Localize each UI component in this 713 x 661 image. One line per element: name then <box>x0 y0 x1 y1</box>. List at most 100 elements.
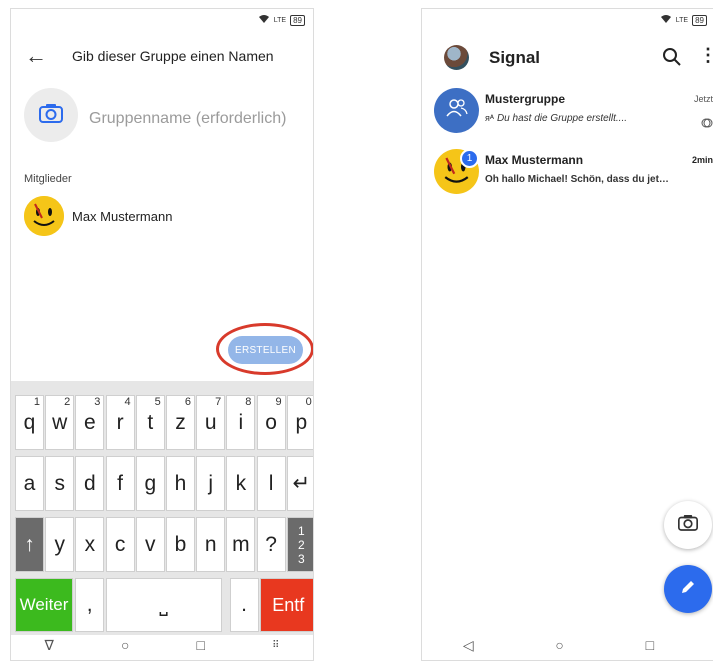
key-q[interactable]: q1 <box>15 395 44 450</box>
key-v[interactable]: v <box>135 517 165 572</box>
profile-avatar[interactable] <box>444 45 469 70</box>
back-nav-icon[interactable]: ∇ <box>45 637 54 654</box>
battery-icon: 89 <box>692 14 707 26</box>
key-label: b <box>174 532 187 556</box>
wifi-icon <box>258 14 270 27</box>
create-button[interactable]: ERSTELLEN <box>228 336 303 364</box>
key-number: 9 <box>275 396 282 408</box>
key-label: u <box>204 410 217 434</box>
group-avatar <box>434 88 479 133</box>
key-i[interactable]: i8 <box>226 395 256 450</box>
key-label: ? <box>265 532 277 556</box>
key-e[interactable]: e3 <box>75 395 105 450</box>
enter-key[interactable]: ↵ <box>286 456 313 511</box>
key-n[interactable]: n <box>196 517 226 572</box>
home-nav-icon[interactable]: ○ <box>121 637 129 653</box>
compose-button[interactable] <box>664 565 712 613</box>
group-icon <box>445 98 469 123</box>
key-question[interactable]: ? <box>256 517 286 572</box>
recents-nav-icon[interactable]: □ <box>197 637 205 653</box>
app-title: Signal <box>489 48 541 67</box>
conversation-name: Max Mustermann <box>485 153 584 167</box>
signal-chat-list-screen: LTE 89 Signal ⋮ Mustergruppe ᴙᴬDu hast d… <box>421 8 713 661</box>
key-r[interactable]: r4 <box>105 395 135 450</box>
key-label: y <box>54 532 65 556</box>
key-number: 7 <box>215 396 222 408</box>
key-m[interactable]: m <box>226 517 256 572</box>
key-label: j <box>208 471 214 495</box>
space-key[interactable]: ⎵ <box>105 578 222 632</box>
conversation-time: Jetzt <box>693 94 713 104</box>
numbers-key[interactable]: 1 2 3 <box>286 517 313 572</box>
key-label: i <box>238 410 244 434</box>
status-bar: LTE 89 <box>660 13 707 27</box>
key-label: e <box>84 410 96 434</box>
key-label: s <box>54 471 65 495</box>
member-row: Max Mustermann <box>24 196 172 236</box>
weiter-key[interactable]: Weiter <box>15 578 73 632</box>
back-nav-icon[interactable]: ◁ <box>463 637 474 654</box>
key-number: 4 <box>124 396 131 408</box>
key-x[interactable]: x <box>75 517 105 572</box>
key-b[interactable]: b <box>166 517 195 572</box>
key-label: t <box>147 410 154 434</box>
key-s[interactable]: s <box>45 456 75 511</box>
search-icon[interactable] <box>662 47 682 67</box>
keyboard-switch-icon[interactable]: ⠿ <box>272 640 279 651</box>
entf-key[interactable]: Entf <box>259 578 313 632</box>
key-label: Entf <box>272 594 305 615</box>
key-label: ⎵ <box>159 593 168 616</box>
more-options-icon[interactable]: ⋮ <box>699 45 713 66</box>
home-nav-icon[interactable]: ○ <box>555 637 563 653</box>
key-label: f <box>117 471 124 495</box>
key-label: p <box>295 410 308 434</box>
key-label: . <box>241 593 248 616</box>
key-label: n <box>204 532 217 556</box>
key-label: o <box>265 410 277 434</box>
back-arrow-icon[interactable]: ← <box>25 45 47 67</box>
key-j[interactable]: j <box>196 456 226 511</box>
avatar <box>24 196 64 236</box>
key-c[interactable]: c <box>105 517 135 572</box>
key-label: , <box>86 593 93 616</box>
nav-bar: ∇ ○ □ ⠿ <box>11 630 313 660</box>
conversation-row[interactable]: 1 Max Mustermann Oh hallo Michael! Schön… <box>434 149 713 197</box>
key-l[interactable]: l <box>256 456 286 511</box>
key-d[interactable]: d <box>75 456 105 511</box>
key-label: q <box>23 410 36 434</box>
shift-key[interactable]: ↑ <box>15 517 44 572</box>
page-title: Gib dieser Gruppe einen Namen <box>72 48 274 64</box>
conversation-name: Mustergruppe <box>485 92 566 106</box>
key-f[interactable]: f <box>105 456 135 511</box>
key-label: 1 2 3 <box>297 523 305 566</box>
keyboard: q 1 w 2 e 3 r 4 t 5 z 6 u 7 i 8 o 9 p 0 a s d f g h j k l ↵ ↑ y x c v b n m? 1… <box>11 381 313 635</box>
key-t[interactable]: t5 <box>135 395 165 450</box>
period-key[interactable]: . <box>229 578 259 632</box>
key-o[interactable]: o9 <box>256 395 286 450</box>
key-z[interactable]: z6 <box>166 395 195 450</box>
member-name: Max Mustermann <box>72 208 173 224</box>
key-label: h <box>174 471 187 495</box>
group-name-input[interactable]: Gruppenname (erforderlich) <box>89 110 286 128</box>
key-label: w <box>52 410 68 434</box>
comma-key[interactable]: , <box>75 578 105 632</box>
group-small-icon: ᴙᴬ <box>485 113 494 123</box>
recents-nav-icon[interactable]: □ <box>646 637 654 653</box>
key-label: ↵ <box>292 472 311 495</box>
key-w[interactable]: w2 <box>45 395 75 450</box>
key-h[interactable]: h <box>166 456 195 511</box>
key-p[interactable]: p0 <box>286 395 313 450</box>
key-u[interactable]: u7 <box>196 395 226 450</box>
key-g[interactable]: g <box>135 456 165 511</box>
key-label: d <box>84 471 96 495</box>
conversation-preview: Oh hallo Michael! Schön, dass du jet… <box>485 174 669 185</box>
camera-icon <box>678 514 698 536</box>
pencil-icon <box>679 578 697 601</box>
group-photo-button[interactable] <box>24 88 78 142</box>
key-k[interactable]: k <box>226 456 256 511</box>
conversation-row[interactable]: Mustergruppe ᴙᴬ Du hast die Gruppe erstel… <box>434 88 713 136</box>
key-y[interactable]: y <box>45 517 75 572</box>
key-a[interactable]: a <box>15 456 44 511</box>
camera-button[interactable] <box>664 501 712 549</box>
create-group-screen: LTE 89 ← Gib dieser Gruppe einen Namen G… <box>10 8 314 661</box>
